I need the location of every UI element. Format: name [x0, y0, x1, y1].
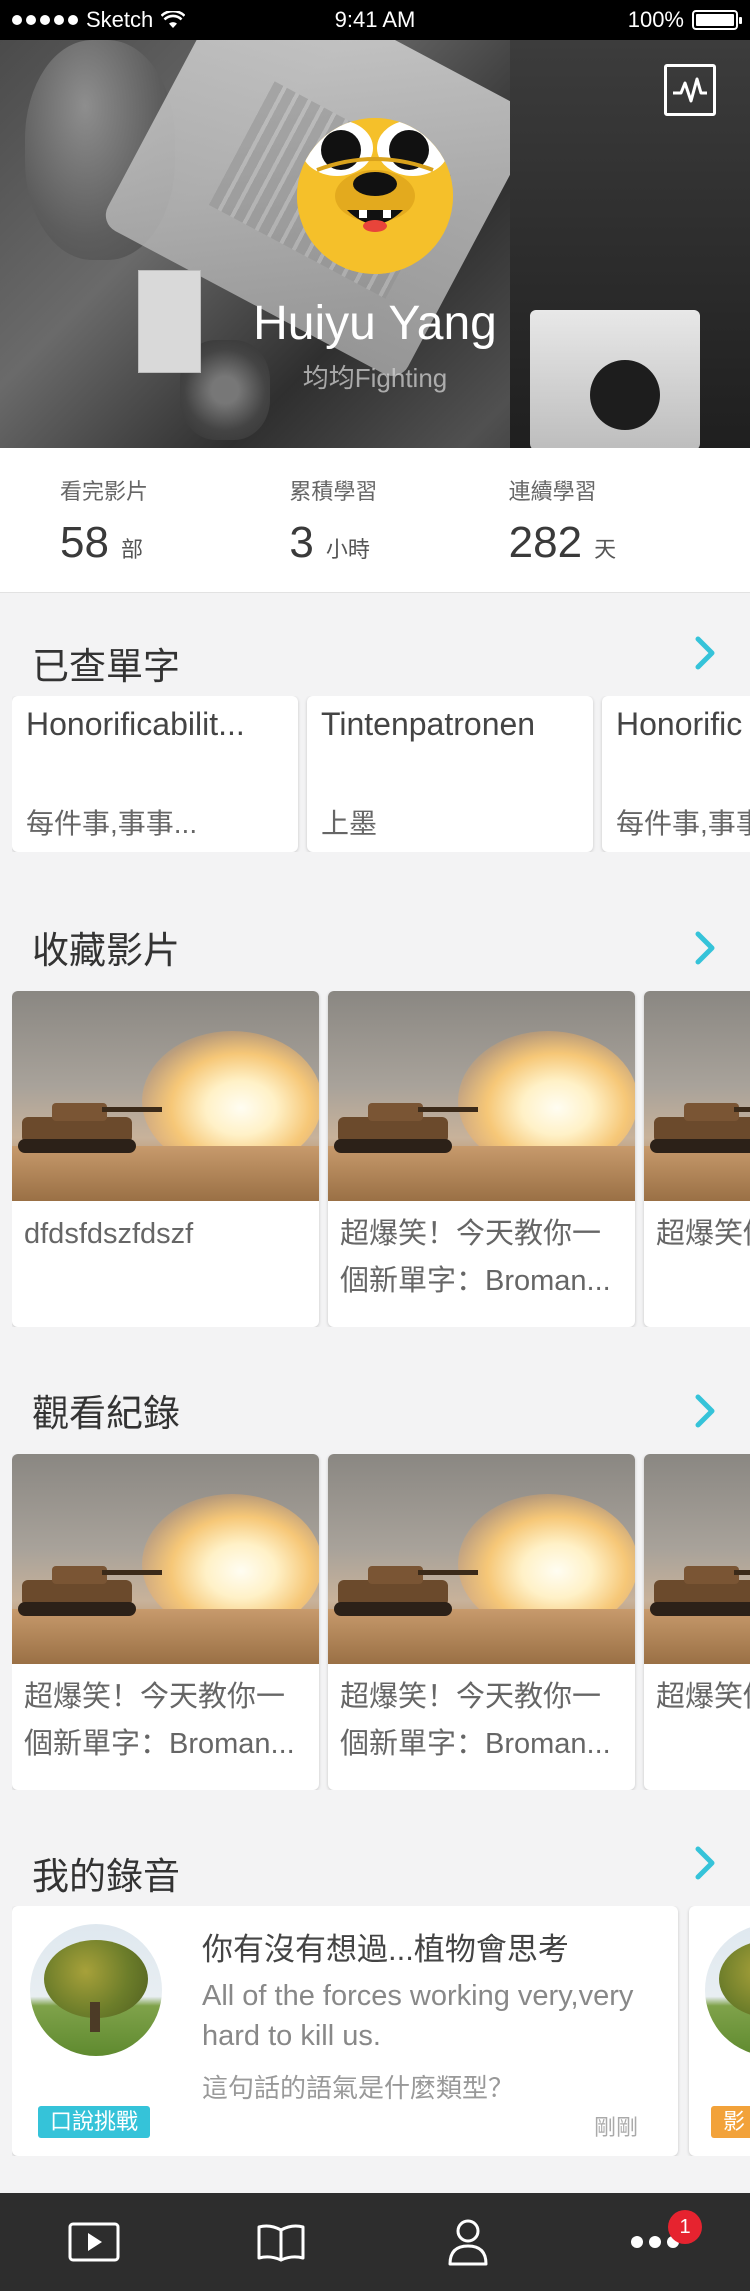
video-caption: 超爆笑個新單字	[656, 1218, 750, 1250]
stat-videos-watched: 看完影片 58 部	[0, 448, 301, 592]
status-bar: Sketch 9:41 AM 100%	[0, 0, 750, 40]
video-caption: 超爆笑！今天教你一個新單字：Broman...	[24, 1681, 295, 1760]
recording-sentence: All of the forces working very,very hard…	[202, 1980, 634, 2052]
tab-more[interactable]	[561, 2193, 748, 2291]
word-card[interactable]: Tintenpatronen 上墨	[307, 696, 593, 852]
recordings-more-arrow-icon[interactable]	[690, 1843, 720, 1883]
user-subtitle: 均均Fighting	[302, 363, 448, 393]
stat-label: 連續學習	[508, 479, 597, 504]
stat-streak-days: 連續學習 282 天	[509, 448, 750, 592]
recording-tag: 口說挑戰	[38, 2106, 151, 2138]
user-icon	[448, 2219, 487, 2266]
word-text: Honorific	[616, 706, 743, 742]
stat-hours-learned: 累積學習 3 小時	[289, 448, 530, 592]
video-card[interactable]: 超爆笑個新單字	[644, 991, 750, 1327]
video-thumbnail	[644, 991, 750, 1201]
video-card[interactable]: 超爆笑！今天教你一個新單字：Broman...	[12, 1454, 319, 1790]
section-title-favorites: 收藏影片	[32, 930, 180, 971]
tab-videos[interactable]	[0, 2193, 187, 2291]
word-meaning: 上墨	[321, 808, 378, 839]
avatar-face-icon	[297, 118, 453, 274]
stat-unit: 天	[594, 537, 617, 562]
stat-value: 58	[60, 518, 109, 567]
recording-time: 剛剛	[593, 2115, 638, 2140]
recording-list: 你有沒有想過...植物會思考 All of the forces working…	[12, 1906, 750, 2156]
profile-header: Huiyu Yang 均均Fighting	[0, 40, 750, 448]
avatar[interactable]	[297, 118, 453, 274]
stats-bar: 看完影片 58 部 累積學習 3 小時 連續學習 282 天	[0, 448, 750, 593]
play-icon	[68, 2222, 119, 2262]
history-more-arrow-icon[interactable]	[690, 1391, 720, 1431]
stat-value: 3	[289, 518, 314, 567]
video-thumbnail	[12, 991, 319, 1201]
video-caption: dfdsfdszfdszf	[24, 1218, 194, 1250]
video-card[interactable]: 超爆笑！今天教你一個新單字：Broman...	[328, 1454, 635, 1790]
video-thumbnail	[644, 1454, 750, 1664]
word-text: Tintenpatronen	[321, 706, 536, 742]
video-caption: 超爆笑！今天教你一個新單字：Broman...	[340, 1681, 611, 1760]
notification-badge: 1	[668, 2210, 702, 2244]
activity-chart-button[interactable]	[664, 64, 716, 116]
recording-title: 你有沒有想過...植物會思考	[202, 1932, 569, 1967]
history-video-list: 超爆笑！今天教你一個新單字：Broman... 超爆笑！今天教你一個新單字：Br…	[12, 1454, 750, 1790]
stat-label: 累積學習	[289, 479, 378, 504]
favorites-more-arrow-icon[interactable]	[690, 928, 720, 968]
stat-value: 282	[508, 518, 583, 567]
video-caption: 超爆笑！今天教你一個新單字：Broman...	[340, 1218, 611, 1297]
tab-bar: 1	[0, 2193, 750, 2291]
recording-card[interactable]: 影	[689, 1906, 750, 2156]
stat-unit: 部	[120, 537, 143, 562]
word-card[interactable]: Honorificabilit... 每件事,事事...	[12, 696, 298, 852]
tab-words[interactable]	[187, 2193, 374, 2291]
word-text: Honorificabilit...	[26, 706, 245, 742]
recording-thumbnail	[705, 1924, 750, 2056]
recording-question: 這句話的語氣是什麼類型？	[202, 2073, 515, 2103]
recording-card[interactable]: 你有沒有想過...植物會思考 All of the forces working…	[12, 1906, 678, 2156]
word-meaning: 每件事,事事	[616, 808, 750, 839]
video-thumbnail	[328, 1454, 635, 1664]
words-more-arrow-icon[interactable]	[690, 633, 720, 673]
word-card-list: Honorificabilit... 每件事,事事... Tintenpatro…	[12, 696, 750, 852]
tab-profile[interactable]	[374, 2193, 561, 2291]
video-thumbnail	[328, 991, 635, 1201]
section-title-history: 觀看紀錄	[32, 1393, 180, 1434]
stat-unit: 小時	[325, 537, 370, 562]
video-card[interactable]: dfdsfdszfdszf	[12, 991, 319, 1327]
video-thumbnail	[12, 1454, 319, 1664]
video-caption: 超爆笑個新單字	[656, 1681, 750, 1713]
video-card[interactable]: 超爆笑！今天教你一個新單字：Broman...	[328, 991, 635, 1327]
recording-tag: 影	[711, 2106, 750, 2138]
section-title-recordings: 我的錄音	[32, 1856, 180, 1897]
section-title-words: 已查單字	[32, 646, 180, 687]
word-meaning: 每件事,事事...	[26, 808, 198, 839]
favorite-video-list: dfdsfdszfdszf 超爆笑！今天教你一個新單字：Broman... 超爆…	[12, 991, 750, 1327]
recording-thumbnail	[30, 1924, 162, 2056]
word-card[interactable]: Honorific 每件事,事事	[602, 696, 750, 852]
activity-chart-icon	[673, 77, 707, 103]
stat-label: 看完影片	[60, 479, 149, 504]
book-icon	[257, 2224, 304, 2262]
video-card[interactable]: 超爆笑個新單字	[644, 1454, 750, 1790]
user-name: Huiyu Yang	[253, 297, 497, 350]
battery-percent: 100%	[627, 7, 684, 32]
battery-icon	[692, 10, 742, 30]
